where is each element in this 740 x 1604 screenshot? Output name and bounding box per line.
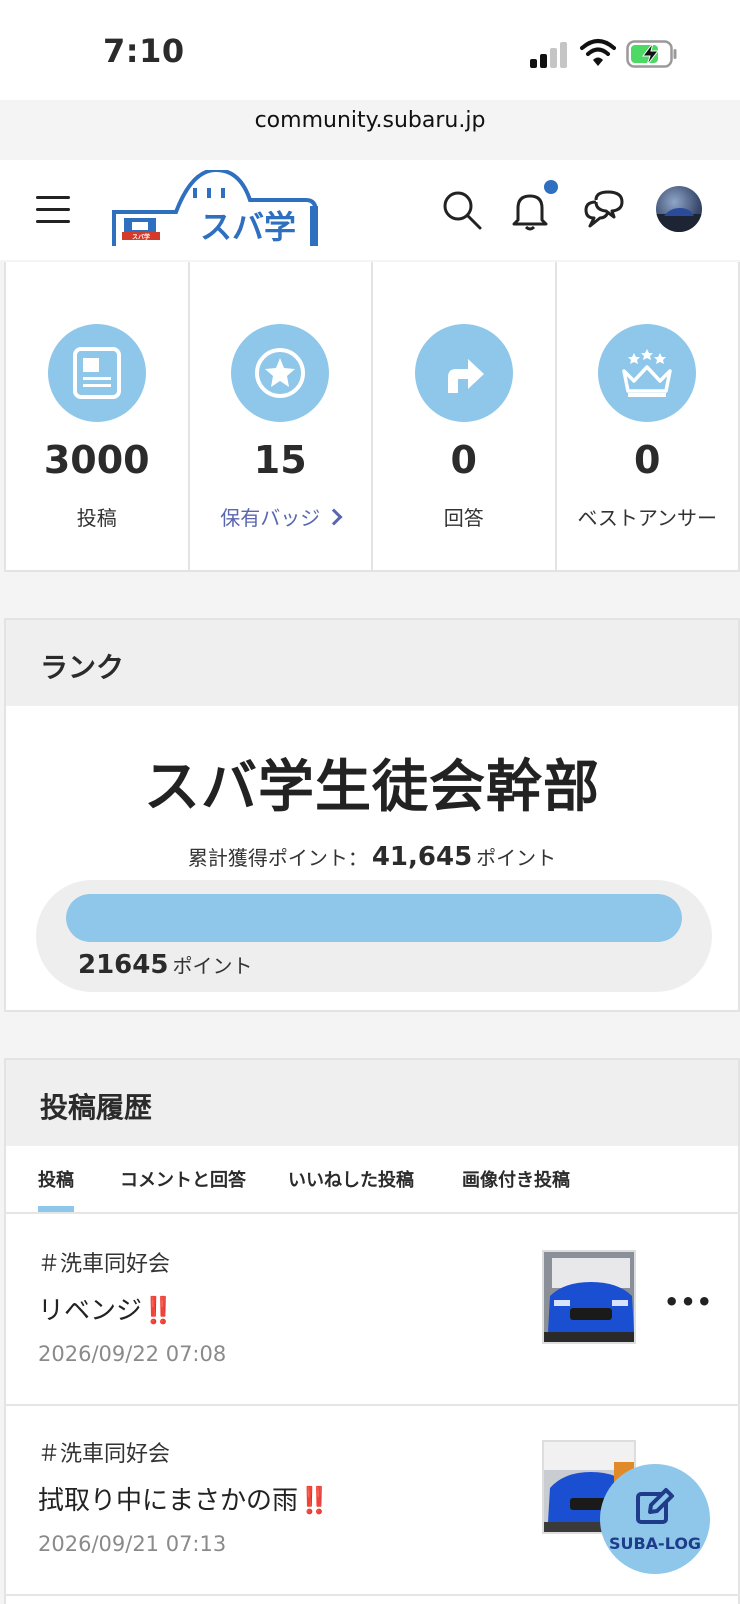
stat-label: ベストアンサー xyxy=(577,506,718,530)
stat-value: 0 xyxy=(634,438,661,482)
avatar[interactable] xyxy=(656,186,702,232)
total-points: 累計獲得ポイント： 41,645 ポイント xyxy=(6,842,738,872)
svg-text:スバ学: スバ学 xyxy=(132,233,150,241)
crown-icon xyxy=(598,324,697,422)
status-bar: 7:10 xyxy=(0,0,740,100)
subagaku-logo[interactable]: スバ学 スバ学 xyxy=(110,170,326,248)
progress-fill xyxy=(66,894,682,942)
wifi-icon xyxy=(580,39,616,66)
app-header: スバ学 スバ学 xyxy=(0,160,740,260)
tab-comments-answers[interactable]: コメントと回答 xyxy=(120,1166,246,1192)
notification-dot xyxy=(544,180,558,194)
post-title[interactable]: 拭取り中にまさかの雨‼️ xyxy=(38,1480,330,1517)
history-title: 投稿履歴 xyxy=(40,1091,153,1124)
points-unit: ポイント xyxy=(476,846,557,870)
article-icon xyxy=(47,324,146,422)
progress-points: 21645 ポイント xyxy=(78,950,252,980)
search-icon[interactable] xyxy=(440,188,484,232)
bell-icon[interactable] xyxy=(508,188,552,232)
stat-value: 3000 xyxy=(43,438,150,482)
rank-header: ランク xyxy=(6,620,738,706)
stat-answers[interactable]: 0 回答 xyxy=(373,262,557,570)
tab-posts[interactable]: 投稿 xyxy=(38,1166,74,1192)
stat-posts[interactable]: 3000 投稿 xyxy=(6,262,190,570)
total-points-label: 累計獲得ポイント： xyxy=(187,846,368,870)
stats-card: 3000 投稿 15 保有バッジ 0 回答 0 ベストアンサー xyxy=(4,262,740,572)
stat-label: 投稿 xyxy=(76,506,117,530)
more-options-icon[interactable]: ••• xyxy=(664,1288,713,1316)
browser-url[interactable]: community.subaru.jp xyxy=(0,108,740,133)
stat-badges[interactable]: 15 保有バッジ xyxy=(190,262,373,570)
chevron-right-icon xyxy=(325,508,343,526)
rank-name: スバ学生徒会幹部 xyxy=(144,755,600,820)
reply-arrow-icon xyxy=(414,324,513,422)
progress-track xyxy=(66,894,682,942)
cellular-signal-icon xyxy=(530,42,570,68)
battery-charging-icon xyxy=(626,40,677,68)
progress-points-value: 21645 xyxy=(78,950,169,980)
post-tag[interactable]: ＃洗車同好会 xyxy=(38,1246,170,1278)
rank-title: ランク xyxy=(40,651,125,684)
stat-value: 15 xyxy=(253,438,307,482)
history-header: 投稿履歴 xyxy=(6,1060,738,1146)
rank-card: ランク スバ学生徒会幹部 累計獲得ポイント： 41,645 ポイント 21645 ポイ… xyxy=(4,618,740,1012)
chat-icon[interactable] xyxy=(582,188,626,232)
post-title[interactable]: リベンジ‼️ xyxy=(38,1290,174,1327)
fab-label: SUBA-LOG xyxy=(608,1534,702,1553)
post-thumbnail[interactable] xyxy=(542,1250,636,1344)
svg-text:スバ学: スバ学 xyxy=(200,208,296,246)
stat-label: 回答 xyxy=(443,506,484,530)
post-tag[interactable]: ＃洗車同好会 xyxy=(38,1436,170,1468)
menu-icon[interactable] xyxy=(36,196,70,224)
suba-log-button[interactable]: SUBA-LOG xyxy=(600,1464,710,1574)
stat-value: 0 xyxy=(450,438,477,482)
total-points-value: 41,645 xyxy=(371,842,473,872)
star-badge-icon xyxy=(231,324,330,422)
exclamation-emoji: ‼️ xyxy=(298,1486,330,1516)
status-time: 7:10 xyxy=(103,32,185,70)
exclamation-emoji: ‼️ xyxy=(142,1296,174,1326)
points-unit: ポイント xyxy=(172,954,253,978)
history-tabs: 投稿 コメントと回答 いいねした投稿 画像付き投稿 xyxy=(6,1146,740,1214)
post-date: 2026/09/21 07:13 xyxy=(38,1532,227,1556)
active-tab-indicator xyxy=(38,1206,74,1212)
post-title-text: 拭取り中にまさかの雨 xyxy=(38,1486,299,1516)
tab-image-posts[interactable]: 画像付き投稿 xyxy=(462,1166,570,1192)
post-title-text: リベンジ xyxy=(38,1296,143,1326)
stat-best-answers[interactable]: 0 ベストアンサー xyxy=(557,262,739,570)
stat-label: 保有バッジ xyxy=(220,506,321,530)
rank-progress: 21645 ポイント xyxy=(36,880,712,992)
tab-liked-posts[interactable]: いいねした投稿 xyxy=(288,1166,414,1192)
edit-icon xyxy=(636,1488,674,1524)
post-date: 2026/09/22 07:08 xyxy=(38,1342,227,1366)
badges-link[interactable]: 保有バッジ xyxy=(190,502,372,531)
list-item[interactable]: ＃洗車同好会 リベンジ‼️ 2026/09/22 07:08 ••• xyxy=(6,1216,740,1406)
